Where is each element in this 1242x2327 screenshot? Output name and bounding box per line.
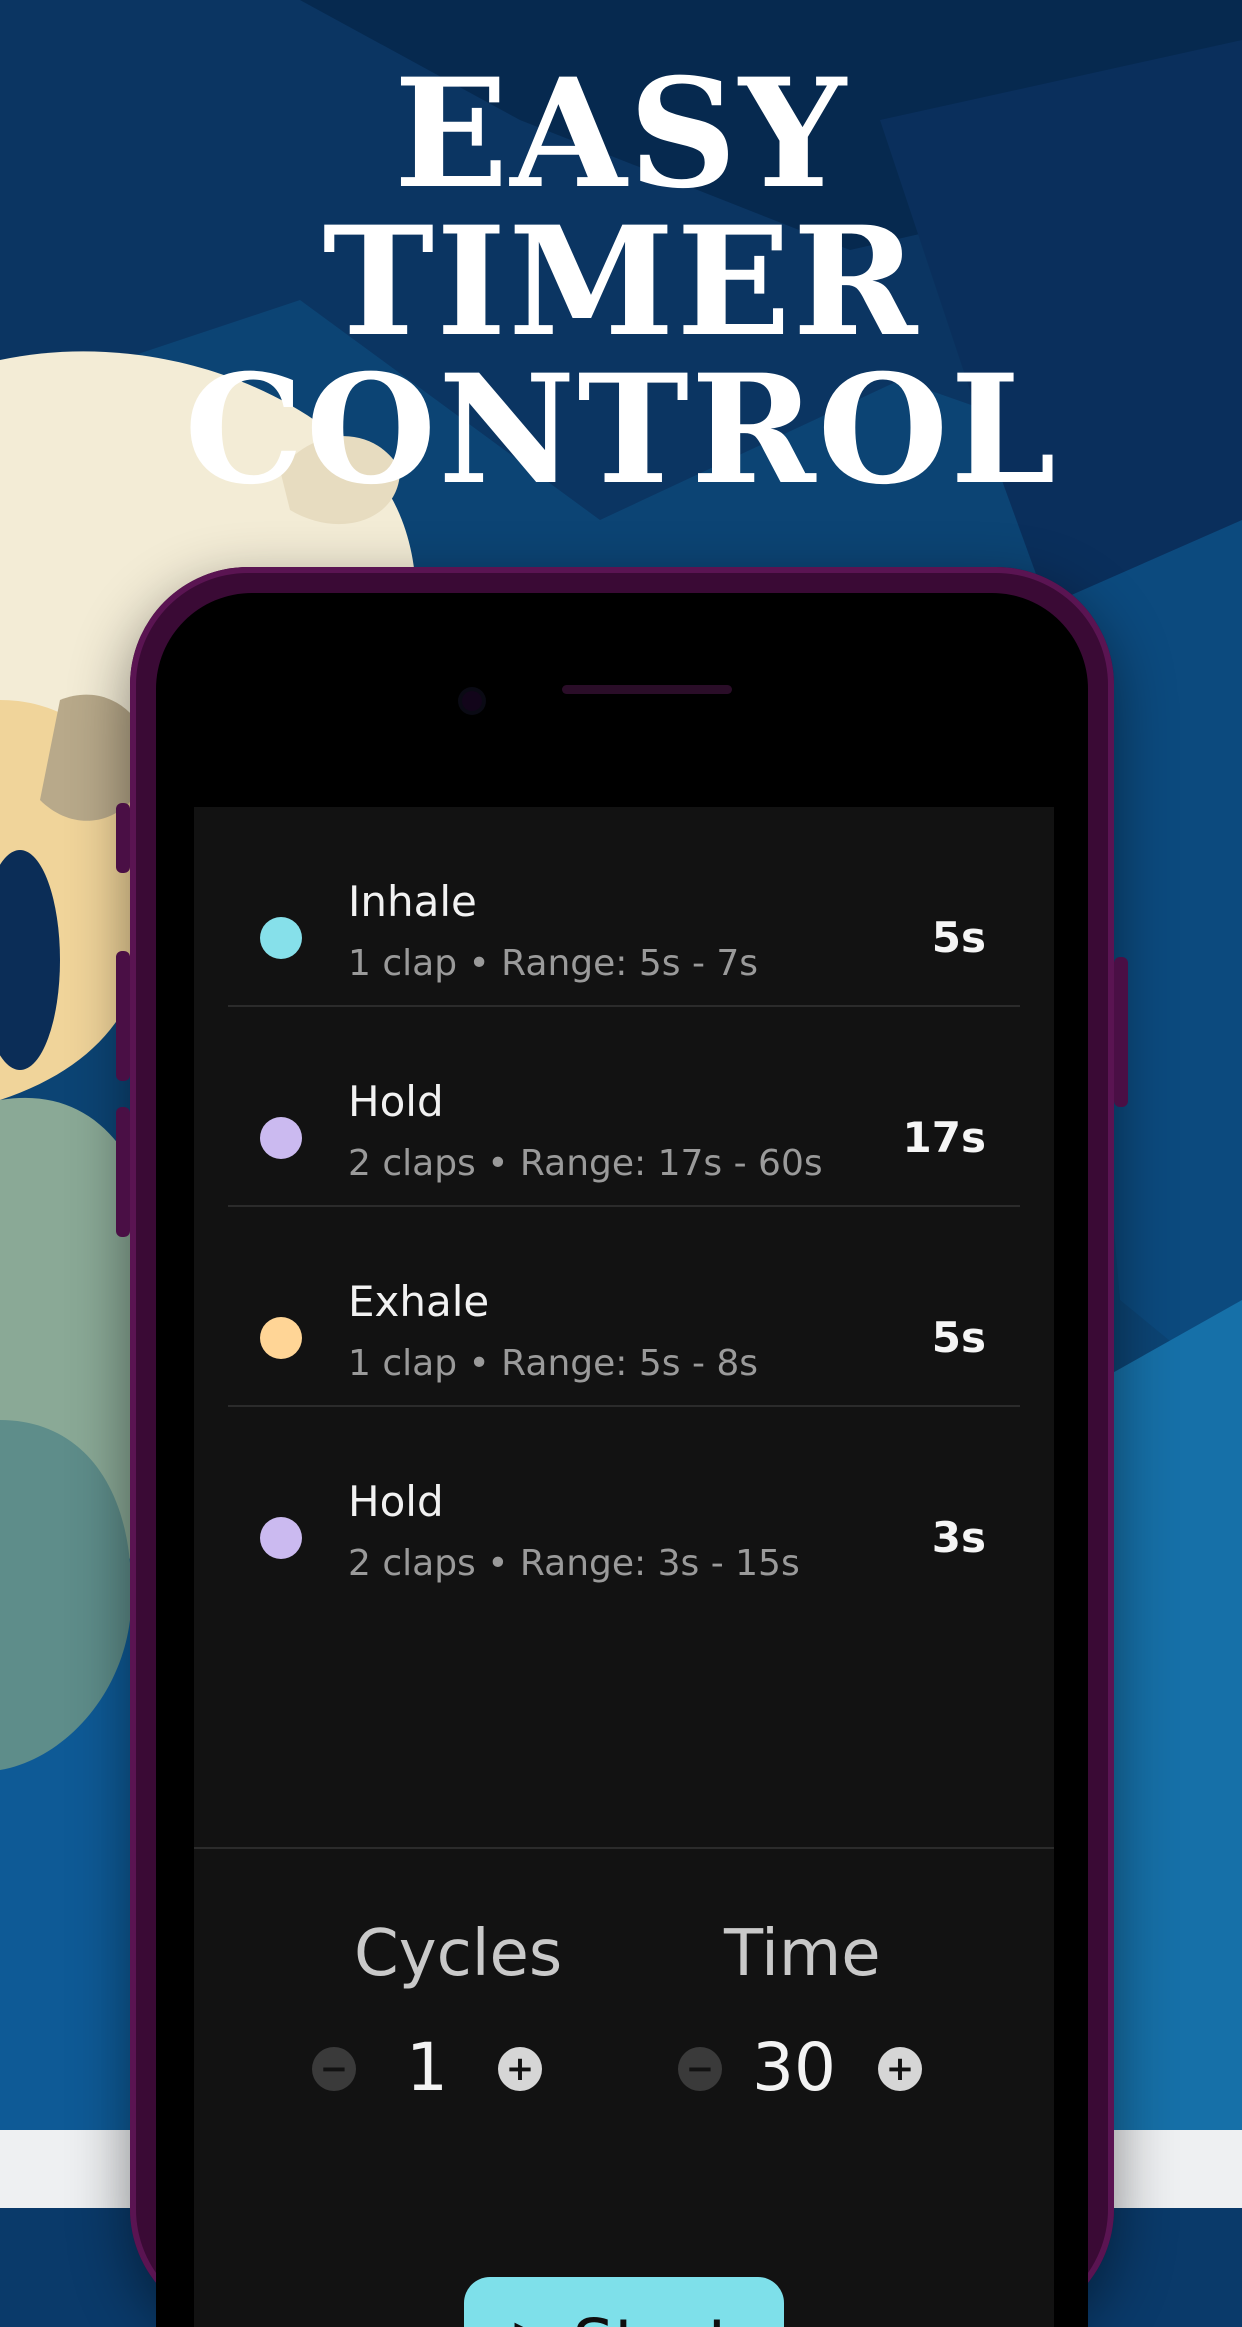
cycles-decrement-button[interactable]: − [312,2047,356,2091]
start-label: Start [572,2305,733,2327]
phase-duration: 5s [931,1313,986,1362]
cycles-increment-button[interactable]: + [498,2047,542,2091]
headline-line-1: Easy [393,46,849,222]
phase-duration: 17s [902,1113,986,1162]
headline-line-3: Control [184,342,1058,518]
time-value: 30 [752,2029,836,2106]
phase-row-inhale[interactable]: Inhale 1 clap • Range: 5s - 7s 5s [228,807,1020,1007]
phase-duration: 5s [931,913,986,962]
phase-name: Exhale [348,1277,490,1326]
time-increment-button[interactable]: + [878,2047,922,2091]
phase-row-exhale[interactable]: Exhale 1 clap • Range: 5s - 8s 5s [228,1207,1020,1407]
cycles-label: Cycles [354,1917,563,1991]
phase-list: Inhale 1 clap • Range: 5s - 7s 5s Hold 2… [194,807,1054,1607]
phase-color-dot [260,917,302,959]
time-stepper: − 30 + [678,2029,928,2109]
phase-color-dot [260,1117,302,1159]
phone-frame: Inhale 1 clap • Range: 5s - 7s 5s Hold 2… [116,567,1128,2327]
silent-switch [116,803,130,873]
phase-detail: 1 clap • Range: 5s - 8s [348,1343,759,1384]
phase-name: Hold [348,1077,444,1126]
phase-duration: 3s [931,1513,986,1562]
phone-bezel: Inhale 1 clap • Range: 5s - 7s 5s Hold 2… [156,593,1088,2327]
app-screen: Inhale 1 clap • Range: 5s - 7s 5s Hold 2… [194,807,1054,2327]
phase-name: Hold [348,1477,444,1526]
volume-down-button [116,1107,130,1237]
phase-row-hold[interactable]: Hold 2 claps • Range: 17s - 60s 17s [228,1007,1020,1207]
volume-up-button [116,951,130,1081]
phase-detail: 2 claps • Range: 3s - 15s [348,1543,800,1584]
play-icon: ▶ [514,2305,554,2327]
headline-line-2: Timer [322,194,920,370]
time-decrement-button[interactable]: − [678,2047,722,2091]
time-label: Time [724,1917,881,1991]
section-divider [194,1847,1054,1849]
front-camera [462,691,482,711]
phase-detail: 2 claps • Range: 17s - 60s [348,1143,823,1184]
phase-color-dot [260,1517,302,1559]
headline: Easy Timer Control [0,46,1242,518]
start-button[interactable]: ▶ Start [464,2277,784,2327]
phase-name: Inhale [348,877,477,926]
power-button [1114,957,1128,1107]
phase-row-hold-2[interactable]: Hold 2 claps • Range: 3s - 15s 3s [228,1407,1020,1607]
phase-color-dot [260,1317,302,1359]
cycles-value: 1 [406,2029,448,2106]
cycles-stepper: − 1 + [312,2029,562,2109]
phase-detail: 1 clap • Range: 5s - 7s [348,943,759,984]
earpiece-speaker [562,685,732,694]
